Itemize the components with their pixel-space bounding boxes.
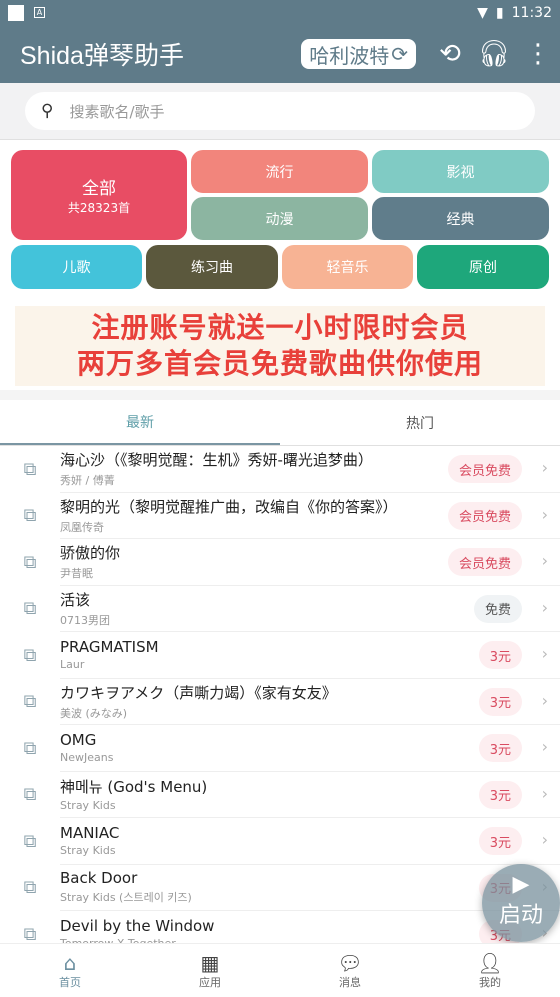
price-badge: 会员免费 — [447, 548, 522, 576]
add-to-playlist-icon[interactable]: ⧉ — [0, 738, 60, 759]
nav-item[interactable]: ⌂ 首页 — [0, 944, 140, 997]
price-badge: 会员免费 — [447, 455, 522, 483]
search-icon: ⚲ — [41, 101, 54, 121]
category-grid: 全部共28323首 流行 影视 动漫 经典 儿歌 练习曲 轻音乐 原创 — [0, 140, 560, 298]
song-row[interactable]: ⧉ 神메뉴 (God's Menu) Stray Kids 3元 › — [0, 772, 560, 818]
category-anime[interactable]: 动漫 — [191, 197, 368, 240]
chevron-right-icon: › — [541, 644, 548, 663]
song-row[interactable]: ⧉ 黎明的光（黎明觉醒推广曲，改编自《你的答案》） 凤凰传奇 会员免费 › — [0, 493, 560, 539]
notification-icon — [8, 4, 24, 21]
category-film[interactable]: 影视 — [372, 150, 549, 193]
add-to-playlist-icon[interactable]: ⧉ — [0, 924, 60, 943]
clock: 11:32 — [511, 4, 552, 21]
price-badge: 3元 — [478, 734, 522, 762]
start-button[interactable]: ▶ 启动 — [482, 864, 560, 942]
nav-item[interactable]: 👤︎ 我的 — [420, 944, 560, 997]
battery-icon: ▮ — [495, 4, 504, 21]
add-to-playlist-icon[interactable]: ⧉ — [0, 831, 60, 852]
wifi-icon: ▼ — [477, 4, 488, 21]
category-light-music[interactable]: 轻音乐 — [282, 245, 413, 289]
add-to-playlist-icon[interactable]: ⧉ — [0, 552, 60, 573]
chevron-right-icon: › — [541, 737, 548, 756]
bottom-nav: ⌂ 首页 ▦ 应用 💬︎ 消息 👤︎ 我的 — [0, 943, 560, 997]
nav-label: 消息 — [339, 975, 361, 989]
headphones-icon[interactable]: 🎧︎ — [472, 39, 516, 69]
category-all[interactable]: 全部共28323首 — [11, 150, 187, 240]
price-badge: 3元 — [478, 641, 522, 669]
song-row[interactable]: ⧉ OMG NewJeans 3元 › — [0, 725, 560, 772]
app-notification-icon: A — [34, 7, 45, 18]
nav-label: 我的 — [479, 975, 501, 989]
tab-latest[interactable]: 最新 — [0, 400, 280, 445]
nav-item[interactable]: 💬︎ 消息 — [280, 944, 420, 997]
tab-bar: 最新 热门 — [0, 400, 560, 446]
add-to-playlist-icon[interactable]: ⧉ — [0, 645, 60, 666]
category-children[interactable]: 儿歌 — [11, 245, 142, 289]
add-to-playlist-icon[interactable]: ⧉ — [0, 598, 60, 619]
song-list: ⧉ 海心沙（《黎明觉醒：生机》秀妍-曙光追梦曲） 秀妍 / 傅菁 会员免费 › ⧉… — [0, 446, 560, 943]
chevron-right-icon: › — [541, 690, 548, 710]
status-bar: A ▼ ▮ 11:32 — [0, 0, 560, 25]
category-etude[interactable]: 练习曲 — [146, 245, 278, 289]
play-icon: ▶ — [512, 872, 530, 897]
start-label: 启动 — [498, 903, 543, 928]
price-badge: 3元 — [478, 687, 522, 716]
app-title: Shida弹琴助手 — [20, 42, 184, 70]
nav-item[interactable]: ▦ 应用 — [140, 944, 280, 997]
search-input[interactable]: ⚲ 搜素歌名/歌手 — [25, 92, 535, 130]
add-to-playlist-icon[interactable]: ⧉ — [0, 784, 60, 805]
song-row[interactable]: ⧉ MANIAC Stray Kids 3元 › — [0, 818, 560, 865]
add-to-playlist-icon[interactable]: ⧉ — [0, 505, 60, 526]
price-badge: 免费 — [473, 594, 522, 623]
history-icon[interactable]: ⟲ — [428, 39, 472, 69]
nav-label: 应用 — [199, 975, 221, 989]
add-to-playlist-icon[interactable]: ⧉ — [0, 877, 60, 898]
chevron-right-icon: › — [541, 458, 548, 477]
category-pop[interactable]: 流行 — [191, 150, 368, 193]
song-row[interactable]: ⧉ Back DoorStray Kids (스트레이 키즈) 3元 › — [0, 865, 560, 911]
person-icon: 👤︎ — [477, 950, 503, 975]
song-row[interactable]: ⧉ PRAGMATISM Laur 3元 › — [0, 632, 560, 679]
home-icon: ⌂ — [63, 950, 77, 975]
add-to-playlist-icon[interactable]: ⧉ — [0, 459, 60, 480]
song-count: 共28323首 — [67, 201, 131, 215]
tab-popular[interactable]: 热门 — [280, 400, 560, 445]
chevron-right-icon: › — [541, 830, 548, 849]
banner-line: 两万多首会员免费歌曲供你使用 — [76, 347, 483, 380]
search-placeholder: 搜素歌名/歌手 — [69, 102, 165, 121]
price-badge: 会员免费 — [447, 501, 522, 530]
song-row[interactable]: ⧉ 骄傲的你 尹昔眠 会员免费 › — [0, 539, 560, 586]
category-original[interactable]: 原创 — [417, 245, 549, 289]
category-label: 全部 — [82, 179, 116, 199]
nav-label: 首页 — [59, 975, 81, 989]
promo-banner[interactable]: 注册账号就送一小时限时会员 两万多首会员免费歌曲供你使用 — [15, 306, 545, 386]
song-row[interactable]: ⧉ カワキヲアメク（声嘶力竭）《家有女友》 美波 (みなみ) 3元 › — [0, 679, 560, 725]
price-badge: 3元 — [478, 780, 522, 809]
add-to-playlist-icon[interactable]: ⧉ — [0, 691, 60, 712]
song-row[interactable]: ⧉ 海心沙（《黎明觉醒：生机》秀妍-曙光追梦曲） 秀妍 / 傅菁 会员免费 › — [0, 446, 560, 493]
chevron-right-icon: › — [541, 504, 548, 524]
current-song-button[interactable]: 哈利波特 ⟳ — [301, 39, 416, 69]
chevron-right-icon: › — [541, 597, 548, 617]
current-song-label: 哈利波特 — [309, 43, 390, 68]
price-badge: 3元 — [478, 827, 522, 855]
refresh-icon: ⟳ — [391, 42, 408, 66]
song-row[interactable]: ⧉ 活该 0713男团 免费 › — [0, 586, 560, 632]
more-icon[interactable]: ⋮ — [516, 39, 560, 69]
apps-icon: ▦ — [200, 950, 220, 975]
banner-line: 注册账号就送一小时限时会员 — [91, 311, 469, 344]
message-icon: 💬︎ — [337, 950, 363, 975]
category-classic[interactable]: 经典 — [372, 197, 549, 240]
app-bar: Shida弹琴助手 哈利波特 ⟳ ⟲ 🎧︎ ⋮ — [0, 25, 560, 83]
chevron-right-icon: › — [541, 783, 548, 803]
song-row[interactable]: ⧉ Devil by the WindowTomorrow X Together… — [0, 911, 560, 943]
chevron-right-icon: › — [541, 551, 548, 570]
